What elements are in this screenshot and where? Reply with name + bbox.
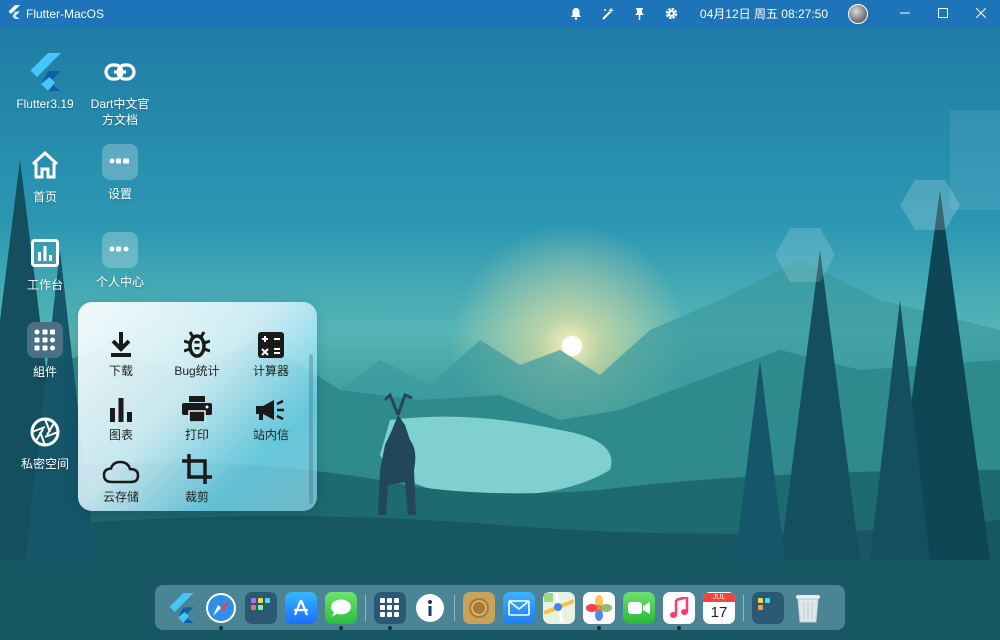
link-icon [100,52,140,92]
dock-folder-icon[interactable] [374,591,406,630]
calendar-month: JUL [703,592,735,602]
app-title-text: Flutter-MacOS [26,6,105,21]
dock-calendar-icon[interactable]: JUL 17 [703,591,735,624]
printer-icon [162,390,232,422]
flutter-logo-icon [25,52,65,92]
folder-tile-icon [100,230,140,270]
dock-safari-icon[interactable] [205,592,237,630]
scrollbar[interactable] [309,354,313,504]
home-icon [25,145,65,185]
minimize-icon [900,7,910,21]
panel-item-label: 打印 [184,428,209,442]
cloud-icon [86,452,156,484]
minimize-button[interactable] [886,0,924,27]
desktop-icon-home[interactable]: 首页 [5,145,85,205]
crop-icon [162,452,232,484]
panel-item-chart[interactable]: 图表 [86,390,156,443]
bell-icon[interactable] [560,0,592,27]
dock-info-icon[interactable] [414,592,446,624]
calendar-day: 17 [710,603,728,621]
desktop-icon-label: Flutter3.19 [16,97,74,111]
panel-item-crop[interactable]: 裁剪 [162,452,232,505]
dock-facetime-icon[interactable] [623,591,655,624]
chart-icon [25,233,65,273]
panel-item-messages[interactable]: 站内信 [236,390,306,443]
maximize-button[interactable] [924,0,962,27]
maximize-icon [938,7,948,21]
dock-folder-icon[interactable] [245,591,277,624]
dock-app-store-icon[interactable] [285,591,317,624]
desktop-icon-flutter[interactable]: Flutter3.19 [5,52,85,112]
panel-item-label: 云存储 [102,490,139,504]
desktop-icon-dart-docs[interactable]: Dart中文官方文档 [80,52,160,128]
panel-item-label: 下载 [108,364,133,378]
gear-icon[interactable] [656,0,688,27]
panel-item-calculator[interactable]: 计算器 [236,326,306,379]
desktop-icon-label: 私密空间 [20,457,69,471]
close-button[interactable] [962,0,1000,27]
bar-chart-icon [86,390,156,422]
desktop-icon-label: 首页 [32,190,57,204]
panel-item-label: 站内信 [252,428,289,442]
flutter-logo-icon [8,5,20,22]
desktop-icon-label: 个人中心 [95,275,144,289]
title-bar: Flutter-MacOS 04月12日 周五 08:27:50 [0,0,1000,27]
panel-item-label: 裁剪 [184,490,209,504]
avatar[interactable] [848,3,868,24]
desktop-icon-settings[interactable]: 设置 [80,142,160,202]
panel-item-label: Bug统计 [174,364,220,378]
panel-item-label: 图表 [108,428,133,442]
desktop-icon-profile[interactable]: 个人中心 [80,230,160,290]
panel-item-print[interactable]: 打印 [162,390,232,443]
panel-item-cloud-storage[interactable]: 云存储 [86,452,156,505]
panel-item-bug-stats[interactable]: Bug统计 [162,326,232,379]
desktop-icon-label: Dart中文官方文档 [90,97,150,127]
megaphone-icon [236,390,306,422]
panel-item-label: 计算器 [252,364,289,378]
shutter-icon [25,412,65,452]
desktop-icon-label: 工作台 [26,278,63,292]
folder-tile-icon [25,320,65,360]
app-title: Flutter-MacOS [0,5,104,22]
calculator-icon [236,326,306,358]
components-popup-panel: 下载 Bug统计 计算器 图表 打印 站内信 云存储 裁剪 [78,302,317,511]
dock-separator [454,594,455,621]
dock-music-icon[interactable] [663,591,695,630]
dock-trash-icon[interactable] [792,592,824,624]
desktop-icon-private-space[interactable]: 私密空间 [5,412,85,472]
dock-photos-icon[interactable] [583,591,615,630]
desktop-icon-components[interactable]: 組件 [5,320,85,380]
desktop-icon-label: 设置 [107,187,132,201]
dock-folder-icon[interactable] [752,591,784,624]
dock-coin-icon[interactable] [463,591,495,624]
desktop-icon-workbench[interactable]: 工作台 [5,233,85,293]
clock[interactable]: 04月12日 周五 08:27:50 [688,5,848,22]
pin-icon[interactable] [624,0,656,27]
dock-mail-icon[interactable] [503,591,535,624]
download-icon [86,326,156,358]
dock-maps-icon[interactable] [543,591,575,624]
magic-wand-icon[interactable] [592,0,624,27]
dock-flutter-icon[interactable] [165,592,197,624]
dock: JUL 17 [155,585,845,630]
folder-tile-icon [100,142,140,182]
dock-messages-icon[interactable] [325,591,357,630]
dock-separator [743,594,744,621]
close-icon [975,7,987,21]
bug-icon [162,326,232,358]
desktop-icon-label: 組件 [32,365,57,379]
panel-item-download[interactable]: 下载 [86,326,156,379]
dock-separator [365,594,366,621]
